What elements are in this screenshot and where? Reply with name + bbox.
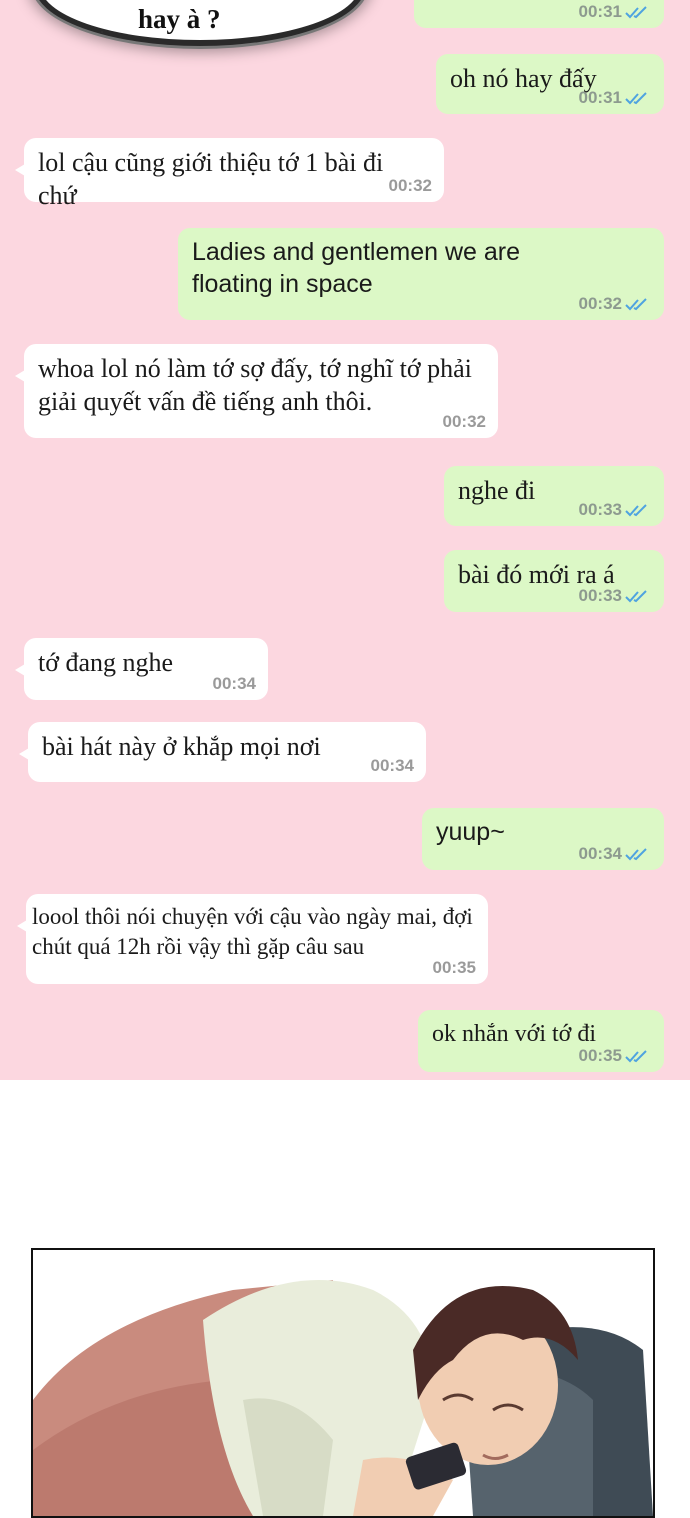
message-time: 00:32 (388, 176, 432, 195)
message-text: bài hát này ở khắp mọi nơi (42, 732, 321, 761)
message-outgoing[interactable]: nghe đi 00:33 (444, 466, 664, 526)
message-outgoing[interactable]: oh nó hay đấy 00:31 (436, 54, 664, 114)
message-outgoing[interactable]: Ladies and gentlemen we are floating in … (178, 228, 664, 320)
message-time: 00:33 (578, 500, 622, 519)
message-outgoing[interactable]: ok nhắn với tớ đi 00:35 (418, 1010, 664, 1072)
message-time: 00:34 (212, 674, 256, 693)
message-meta: 00:35 (433, 958, 476, 978)
message-meta: 00:31 (579, 2, 652, 22)
double-check-icon (625, 590, 647, 603)
message-outgoing[interactable]: 00:31 (414, 0, 664, 28)
message-time: 00:35 (432, 958, 476, 977)
double-check-icon (625, 1050, 647, 1063)
message-text: loool thôi nói chuyện với cậu vào ngày m… (32, 904, 473, 959)
double-check-icon (625, 504, 647, 517)
double-check-icon (625, 6, 647, 19)
message-meta: 00:34 (579, 844, 652, 864)
message-time: 00:34 (578, 844, 622, 863)
message-time: 00:31 (578, 88, 622, 107)
message-incoming[interactable]: lol cậu cũng giới thiệu tớ 1 bài đi chứ … (15, 138, 444, 210)
double-check-icon (625, 298, 647, 311)
message-text: lol cậu cũng giới thiệu tớ 1 bài đi chứ (38, 148, 384, 210)
message-incoming[interactable]: bài hát này ở khắp mọi nơi 00:34 (19, 722, 426, 782)
message-time: 00:32 (578, 294, 622, 313)
message-meta: 00:31 (579, 88, 652, 108)
message-text: whoa lol nó làm tớ sợ đấy, tớ nghĩ tớ ph… (38, 354, 472, 416)
message-meta: 00:32 (443, 412, 486, 432)
message-meta: 00:34 (371, 756, 414, 776)
message-incoming[interactable]: whoa lol nó làm tớ sợ đấy, tớ nghĩ tớ ph… (15, 344, 498, 438)
message-meta: 00:35 (579, 1046, 652, 1066)
thought-bubble-text: hay à ? (138, 4, 221, 34)
message-time: 00:32 (442, 412, 486, 431)
message-time: 00:35 (578, 1046, 622, 1065)
message-time: 00:33 (578, 586, 622, 605)
chat-area: . hay à ? 00:31 oh nó hay đấy 00:31 lol … (0, 0, 690, 1080)
message-text: Ladies and gentlemen we are floating in … (192, 238, 521, 298)
message-incoming[interactable]: loool thôi nói chuyện với cậu vào ngày m… (17, 894, 488, 984)
message-outgoing[interactable]: yuup~ 00:34 (422, 808, 664, 870)
person-lying-in-bed-with-phone-icon (33, 1280, 653, 1516)
message-time: 00:31 (578, 2, 622, 21)
message-meta: 00:34 (213, 674, 256, 694)
message-meta: 00:33 (579, 500, 652, 520)
double-check-icon (625, 848, 647, 861)
message-meta: 00:33 (579, 586, 652, 606)
thought-dot: . (100, 20, 104, 37)
double-check-icon (625, 92, 647, 105)
message-outgoing[interactable]: bài đó mới ra á 00:33 (444, 550, 664, 612)
message-time: 00:34 (370, 756, 414, 775)
message-incoming[interactable]: tớ đang nghe 00:34 (15, 638, 268, 700)
illustration-panel (31, 1248, 655, 1518)
message-meta: 00:32 (579, 294, 652, 314)
message-meta: 00:32 (389, 176, 432, 196)
